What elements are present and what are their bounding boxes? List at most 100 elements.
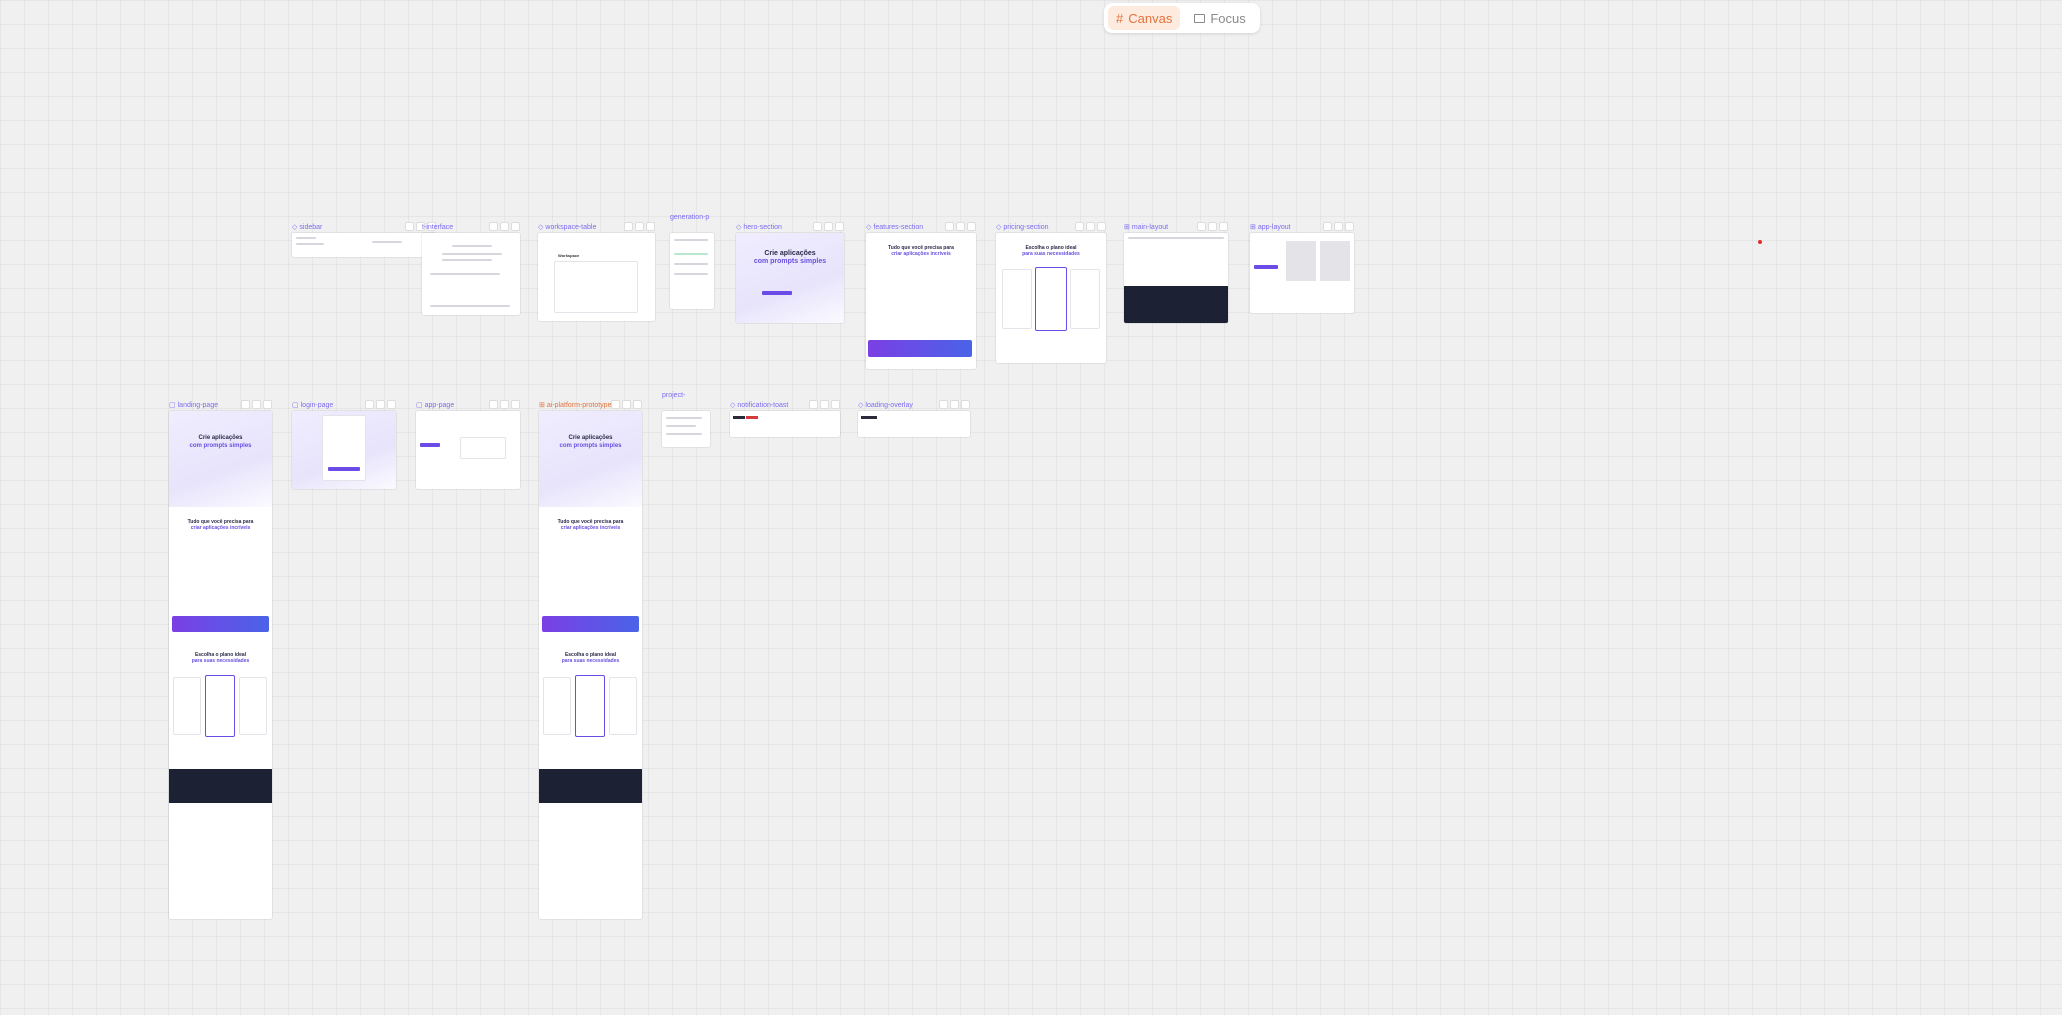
page-icon: ▢ bbox=[169, 402, 176, 409]
expand-icon[interactable] bbox=[967, 222, 976, 231]
refresh-icon[interactable] bbox=[939, 400, 948, 409]
component-icon: ◇ bbox=[292, 224, 298, 231]
frame-name: loading-overlay bbox=[865, 402, 913, 409]
download-icon[interactable] bbox=[1086, 222, 1095, 231]
expand-icon[interactable] bbox=[835, 222, 844, 231]
frame-preview bbox=[1250, 233, 1354, 313]
refresh-icon[interactable] bbox=[365, 400, 374, 409]
refresh-icon[interactable] bbox=[611, 400, 620, 409]
expand-icon[interactable] bbox=[961, 400, 970, 409]
frame-main-layout[interactable]: ⊞ main-layout bbox=[1124, 222, 1228, 323]
frame-notification-toast[interactable]: ◇ notification-toast bbox=[730, 400, 840, 437]
frame-actions bbox=[1323, 222, 1354, 231]
download-icon[interactable] bbox=[500, 400, 509, 409]
hero-subtitle: com prompts simples bbox=[753, 258, 827, 265]
focus-tab-label: Focus bbox=[1210, 10, 1246, 26]
frame-name: app-layout bbox=[1257, 224, 1291, 231]
expand-icon[interactable] bbox=[263, 400, 272, 409]
expand-icon[interactable] bbox=[1097, 222, 1106, 231]
frame-preview bbox=[1124, 233, 1228, 323]
frame-generation[interactable]: generation-p bbox=[670, 214, 714, 309]
expand-icon[interactable] bbox=[387, 400, 396, 409]
frame-label: ⊞ app-layout bbox=[1250, 223, 1291, 232]
expand-icon[interactable] bbox=[646, 222, 655, 231]
frame-loading-overlay[interactable]: ◇ loading-overlay bbox=[858, 400, 970, 437]
frame-actions bbox=[813, 222, 844, 231]
component-icon: ◇ bbox=[858, 402, 864, 409]
expand-icon[interactable] bbox=[633, 400, 642, 409]
focus-tab[interactable]: Focus bbox=[1186, 6, 1253, 30]
frame-features-section[interactable]: ◇ features-section Tudo que você precisa … bbox=[866, 222, 976, 369]
frame-project[interactable]: project- bbox=[662, 392, 710, 447]
frame-ai-platform-prototype[interactable]: ⊞ ai-platform-prototype Crie aplicações c… bbox=[539, 400, 642, 919]
refresh-icon[interactable] bbox=[813, 222, 822, 231]
frame-label: ◇ features-section bbox=[866, 223, 923, 232]
frame-pricing-section[interactable]: ◇ pricing-section Escolha o plano ideal p… bbox=[996, 222, 1106, 363]
frame-actions bbox=[241, 400, 272, 409]
refresh-icon[interactable] bbox=[405, 222, 414, 231]
hero-title: Crie aplicações bbox=[764, 250, 816, 257]
frame-name: generation-p bbox=[670, 214, 710, 221]
download-icon[interactable] bbox=[824, 222, 833, 231]
frame-preview bbox=[416, 411, 520, 489]
refresh-icon[interactable] bbox=[1323, 222, 1332, 231]
component-icon: ◇ bbox=[538, 224, 544, 231]
download-icon[interactable] bbox=[376, 400, 385, 409]
refresh-icon[interactable] bbox=[489, 222, 498, 231]
expand-icon[interactable] bbox=[831, 400, 840, 409]
download-icon[interactable] bbox=[500, 222, 509, 231]
refresh-icon[interactable] bbox=[241, 400, 250, 409]
expand-icon[interactable] bbox=[511, 400, 520, 409]
frame-name: main-layout bbox=[1131, 224, 1169, 231]
frame-preview: Workspace bbox=[538, 233, 655, 321]
download-icon[interactable] bbox=[622, 400, 631, 409]
frame-actions bbox=[1075, 222, 1106, 231]
canvas-tab[interactable]: # Canvas bbox=[1108, 6, 1181, 30]
canvas-tab-label: Canvas bbox=[1128, 10, 1173, 26]
refresh-icon[interactable] bbox=[624, 222, 633, 231]
download-icon[interactable] bbox=[956, 222, 965, 231]
download-icon[interactable] bbox=[820, 400, 829, 409]
expand-icon[interactable] bbox=[1345, 222, 1354, 231]
frame-actions bbox=[489, 400, 520, 409]
frame-preview: Crie aplicações com prompts simples Tudo… bbox=[539, 411, 642, 919]
frame-landing-page[interactable]: ▢ landing-page Crie aplicações com prompt… bbox=[169, 400, 272, 919]
refresh-icon[interactable] bbox=[945, 222, 954, 231]
frame-hero-section[interactable]: ◇ hero-section Crie aplicações com prompt… bbox=[736, 222, 844, 323]
component-icon: ◇ bbox=[736, 224, 742, 231]
download-icon[interactable] bbox=[635, 222, 644, 231]
frame-preview: Escolha o plano ideal para suas necessid… bbox=[996, 233, 1106, 363]
expand-icon[interactable] bbox=[1219, 222, 1228, 231]
download-icon[interactable] bbox=[1334, 222, 1343, 231]
download-icon[interactable] bbox=[1208, 222, 1217, 231]
refresh-icon[interactable] bbox=[489, 400, 498, 409]
page-icon: ▢ bbox=[416, 402, 423, 409]
window-icon bbox=[1194, 13, 1206, 23]
frame-label: ▢ app-page bbox=[416, 401, 454, 410]
pricing-subtitle: para suas necessidades bbox=[191, 658, 250, 664]
frame-label: ◇ pricing-section bbox=[996, 223, 1049, 232]
download-icon[interactable] bbox=[252, 400, 261, 409]
frame-actions bbox=[365, 400, 396, 409]
hero-title: Crie aplicações bbox=[198, 435, 243, 441]
frame-interface[interactable]: t-interface bbox=[422, 222, 520, 315]
refresh-icon[interactable] bbox=[809, 400, 818, 409]
frame-actions bbox=[945, 222, 976, 231]
frame-login-page[interactable]: ▢ login-page bbox=[292, 400, 396, 489]
frame-preview bbox=[858, 411, 970, 437]
download-icon[interactable] bbox=[950, 400, 959, 409]
page-icon: ▢ bbox=[292, 402, 299, 409]
features-subtitle: criar aplicações incríveis bbox=[560, 525, 621, 531]
refresh-icon[interactable] bbox=[1197, 222, 1206, 231]
frame-label: ◇ loading-overlay bbox=[858, 401, 913, 410]
expand-icon[interactable] bbox=[511, 222, 520, 231]
frame-preview: Crie aplicações com prompts simples bbox=[736, 233, 844, 323]
frame-label: ◇ notification-toast bbox=[730, 401, 788, 410]
frame-app-layout[interactable]: ⊞ app-layout bbox=[1250, 222, 1354, 313]
view-toggle: # Canvas Focus bbox=[1104, 3, 1260, 33]
frame-label: t-interface bbox=[422, 223, 453, 232]
frame-sidebar[interactable]: ◇ sidebar bbox=[292, 222, 436, 257]
frame-workspace-table[interactable]: ◇ workspace-table Workspace bbox=[538, 222, 655, 321]
frame-app-page[interactable]: ▢ app-page bbox=[416, 400, 520, 489]
refresh-icon[interactable] bbox=[1075, 222, 1084, 231]
